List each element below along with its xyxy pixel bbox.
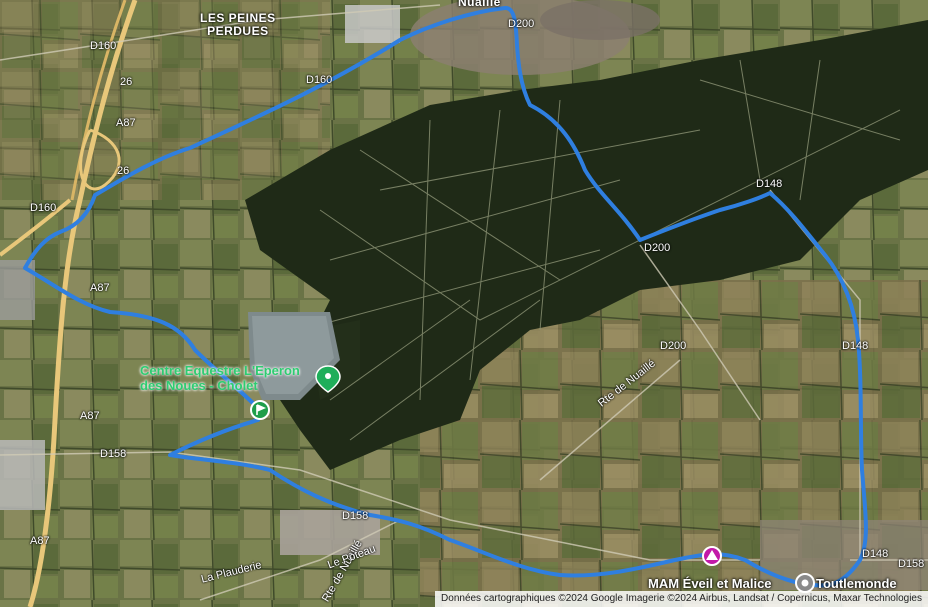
- poi-line-1: Centre Equestre L'Eperon: [140, 363, 300, 378]
- poi-centre-equestre[interactable]: Centre Equestre L'Eperon des Noues - Cho…: [140, 363, 300, 393]
- road-label: D148: [862, 548, 889, 560]
- poi-line-2: des Noues - Cholet: [140, 378, 258, 393]
- road-label: A87: [30, 535, 50, 547]
- map-attribution[interactable]: Données cartographiques ©2024 Google Ima…: [435, 591, 928, 607]
- poi-mam[interactable]: MAM Éveil et Malice: [648, 576, 772, 591]
- place-toutlemonde: Toutlemonde: [816, 576, 897, 591]
- road-label: D158: [342, 510, 369, 522]
- road-label: D158: [100, 448, 127, 460]
- location-pin-icon[interactable]: [795, 573, 815, 593]
- road-label: D160: [306, 74, 333, 86]
- start-marker[interactable]: [250, 400, 270, 420]
- place-line-2: PERDUES: [207, 24, 269, 38]
- road-label: D200: [660, 340, 687, 352]
- road-label: 26: [120, 76, 133, 88]
- satellite-map[interactable]: [0, 0, 928, 607]
- road-label: D148: [756, 178, 783, 190]
- road-label: A87: [116, 117, 136, 129]
- road-label: D160: [30, 202, 57, 214]
- road-label: A87: [90, 282, 110, 294]
- road-label: 26: [117, 165, 130, 177]
- road-label: D148: [842, 340, 869, 352]
- road-label: A87: [80, 410, 100, 422]
- road-label: D200: [644, 242, 671, 254]
- place-line-1: LES PEINES: [200, 11, 276, 25]
- tent-icon[interactable]: [702, 546, 722, 566]
- place-nuaille: Nuaillé: [458, 0, 501, 9]
- road-label: D158: [898, 558, 925, 570]
- road-label: D160: [90, 40, 117, 52]
- place-les-peines-perdues: LES PEINES PERDUES: [200, 12, 276, 38]
- road-label: D200: [508, 18, 535, 30]
